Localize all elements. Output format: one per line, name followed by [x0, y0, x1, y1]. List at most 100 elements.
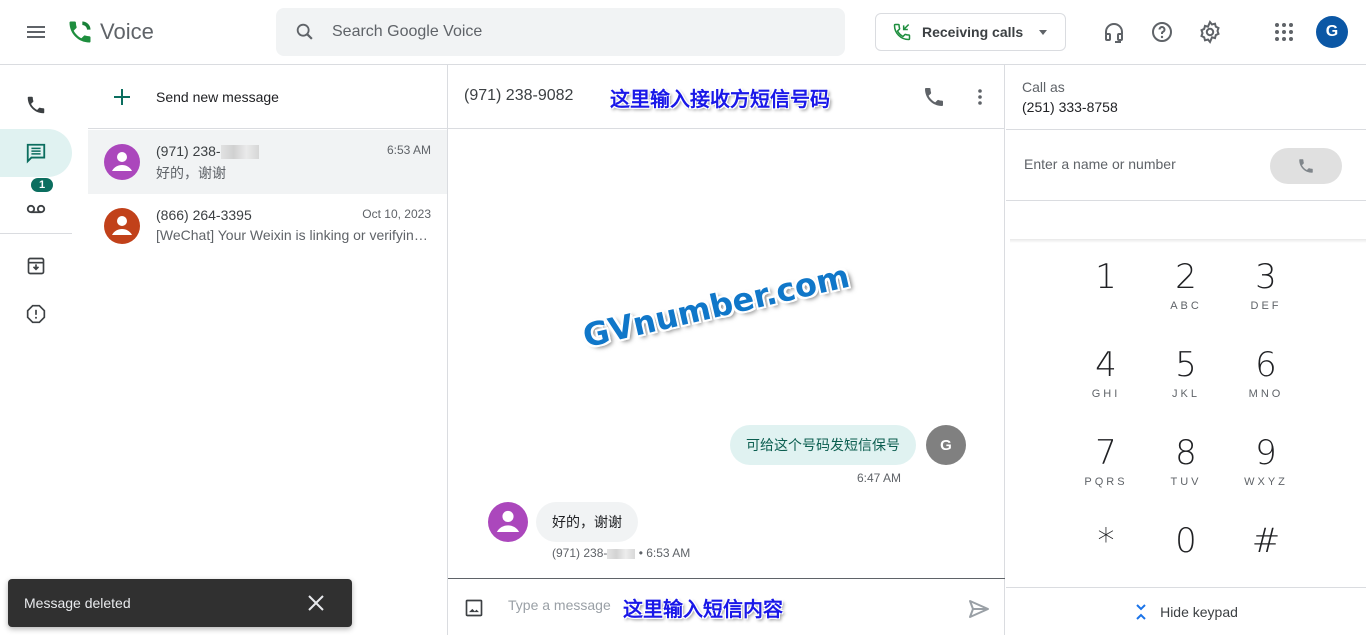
nav-messages[interactable] — [0, 129, 72, 177]
conversation-time: 6:53 AM — [386, 143, 431, 157]
key-letters: DEF — [1250, 300, 1282, 312]
conversation-item[interactable]: (866) 264-3395 Oct 10, 2023 [WeChat] You… — [88, 194, 447, 258]
conversation-item[interactable]: (971) 238- 6:53 AM 好的，谢谢 — [88, 130, 447, 194]
main-menu-button[interactable] — [24, 20, 48, 44]
attach-image-button[interactable] — [464, 598, 484, 618]
chat-header: (971) 238-9082 这里输入接收方短信号码 — [448, 65, 1005, 129]
key-letters: JKL — [1172, 388, 1200, 400]
key-letters: PQRS — [1084, 476, 1128, 488]
snackbar-close-button[interactable] — [306, 593, 326, 613]
help-icon — [1152, 22, 1172, 42]
voicemail-icon — [26, 204, 46, 214]
account-avatar[interactable]: G — [1316, 16, 1348, 48]
key-letters: WXYZ — [1244, 476, 1288, 488]
keypad-key[interactable]: 7 PQRS — [1066, 434, 1146, 514]
search-icon — [296, 23, 313, 40]
conversation-time: Oct 10, 2023 — [362, 207, 431, 221]
incoming-message-bubble[interactable]: 好的，谢谢 — [536, 502, 638, 542]
key-letters: MNO — [1248, 388, 1284, 400]
snackbar-text: Message deleted — [24, 595, 131, 611]
send-button[interactable] — [967, 597, 991, 621]
key-digit: * — [1097, 521, 1115, 561]
call-as[interactable]: Call as (251) 333-8758 — [1022, 79, 1118, 115]
keypad-key[interactable]: 8 TUV — [1146, 434, 1226, 514]
nav-calls[interactable] — [0, 81, 72, 129]
conversation-list-pane: Send new message (971) 238- 6:53 AM 好的，谢… — [88, 65, 448, 635]
key-letters: TUV — [1170, 476, 1202, 488]
nav-spam[interactable] — [0, 290, 72, 338]
send-icon — [969, 600, 989, 618]
contact-avatar — [104, 144, 140, 180]
annotation-recipient: 这里输入接收方短信号码 — [610, 87, 830, 111]
outgoing-message-time: 6:47 AM — [856, 471, 901, 485]
key-digit: 6 — [1255, 345, 1277, 385]
call-as-number: (251) 333-8758 — [1022, 99, 1118, 115]
apps-button[interactable] — [1272, 20, 1296, 44]
voice-logo-icon — [69, 21, 91, 43]
search-bar[interactable] — [276, 8, 845, 56]
collapse-icon — [1136, 603, 1146, 620]
more-vert-icon — [978, 89, 982, 105]
contact-avatar — [104, 208, 140, 244]
apps-grid-icon — [1275, 23, 1293, 41]
key-digit: 5 — [1175, 345, 1197, 385]
watermark: GVnumber.com — [579, 256, 854, 356]
key-digit: 1 — [1095, 257, 1117, 297]
keypad-divider — [1010, 239, 1366, 243]
voicemail-unread-badge: 1 — [31, 178, 53, 192]
key-digit: 0 — [1175, 521, 1197, 561]
redacted-digits — [220, 145, 259, 160]
keypad-key[interactable]: 4 GHI — [1066, 346, 1146, 426]
person-icon — [112, 152, 132, 171]
key-digit: # — [1251, 521, 1281, 561]
keypad-key[interactable]: 2 ABC — [1146, 258, 1226, 338]
left-nav: 1 — [0, 65, 88, 635]
key-digit: 8 — [1175, 433, 1197, 473]
chat-pane: (971) 238-9082 这里输入接收方短信号码 GVnumber.com … — [448, 65, 1005, 635]
incoming-message-meta: (971) 238- • 6:53 AM — [552, 546, 691, 560]
hide-keypad-label: Hide keypad — [1160, 603, 1238, 620]
close-icon — [308, 595, 324, 611]
message-input[interactable] — [508, 597, 618, 613]
voice-logo[interactable]: Voice — [66, 18, 154, 46]
snackbar: Message deleted — [8, 579, 352, 627]
keypad-key[interactable]: 9 WXYZ — [1226, 434, 1306, 514]
keypad-key[interactable]: 5 JKL — [1146, 346, 1226, 426]
spam-icon — [26, 304, 46, 324]
outgoing-message-bubble[interactable]: 可给这个号码发短信保号 — [730, 425, 916, 465]
nav-archive[interactable] — [0, 242, 72, 290]
hide-keypad-button[interactable]: Hide keypad — [1006, 587, 1366, 635]
headset-icon — [1105, 23, 1123, 43]
keypad-key[interactable]: 6 MNO — [1226, 346, 1306, 426]
top-bar: Voice Receiving calls G — [0, 0, 1366, 65]
help-button[interactable] — [1150, 20, 1174, 44]
plus-icon — [114, 88, 130, 105]
receiving-calls-dropdown[interactable]: Receiving calls — [875, 13, 1066, 51]
conversation-preview: [WeChat] Your Weixin is linking or verif… — [156, 227, 432, 243]
recipient-number[interactable]: (971) 238-9082 — [464, 87, 573, 105]
call-button[interactable] — [922, 85, 946, 109]
keypad-key[interactable]: 1 — [1066, 258, 1146, 338]
phone-incoming-icon — [893, 23, 911, 41]
search-input[interactable] — [332, 23, 812, 41]
key-digit: 7 — [1095, 433, 1117, 473]
person-icon — [496, 510, 520, 532]
dial-input[interactable] — [1024, 156, 1244, 172]
conversation-name: (971) 238- — [156, 143, 259, 160]
dialer-pane: Call as (251) 333-8758 1 2 ABC 3 DEF 4 GHI 5 JKL… — [1006, 65, 1366, 635]
support-button[interactable] — [1102, 20, 1126, 44]
keypad-key[interactable]: 3 DEF — [1226, 258, 1306, 338]
dial-call-button[interactable] — [1270, 148, 1342, 184]
send-new-message-label: Send new message — [156, 88, 279, 105]
nav-divider — [0, 233, 72, 234]
annotation-message: 这里输入短信内容 — [623, 597, 783, 621]
send-new-message-button[interactable]: Send new message — [88, 65, 447, 129]
key-letters: GHI — [1091, 388, 1121, 400]
key-digit: 4 — [1095, 345, 1117, 385]
contact-avatar — [488, 502, 528, 542]
hamburger-menu-icon — [27, 26, 45, 38]
phone-icon — [1299, 159, 1313, 173]
image-icon — [465, 599, 483, 617]
settings-button[interactable] — [1198, 20, 1222, 44]
more-options-button[interactable] — [968, 85, 992, 109]
